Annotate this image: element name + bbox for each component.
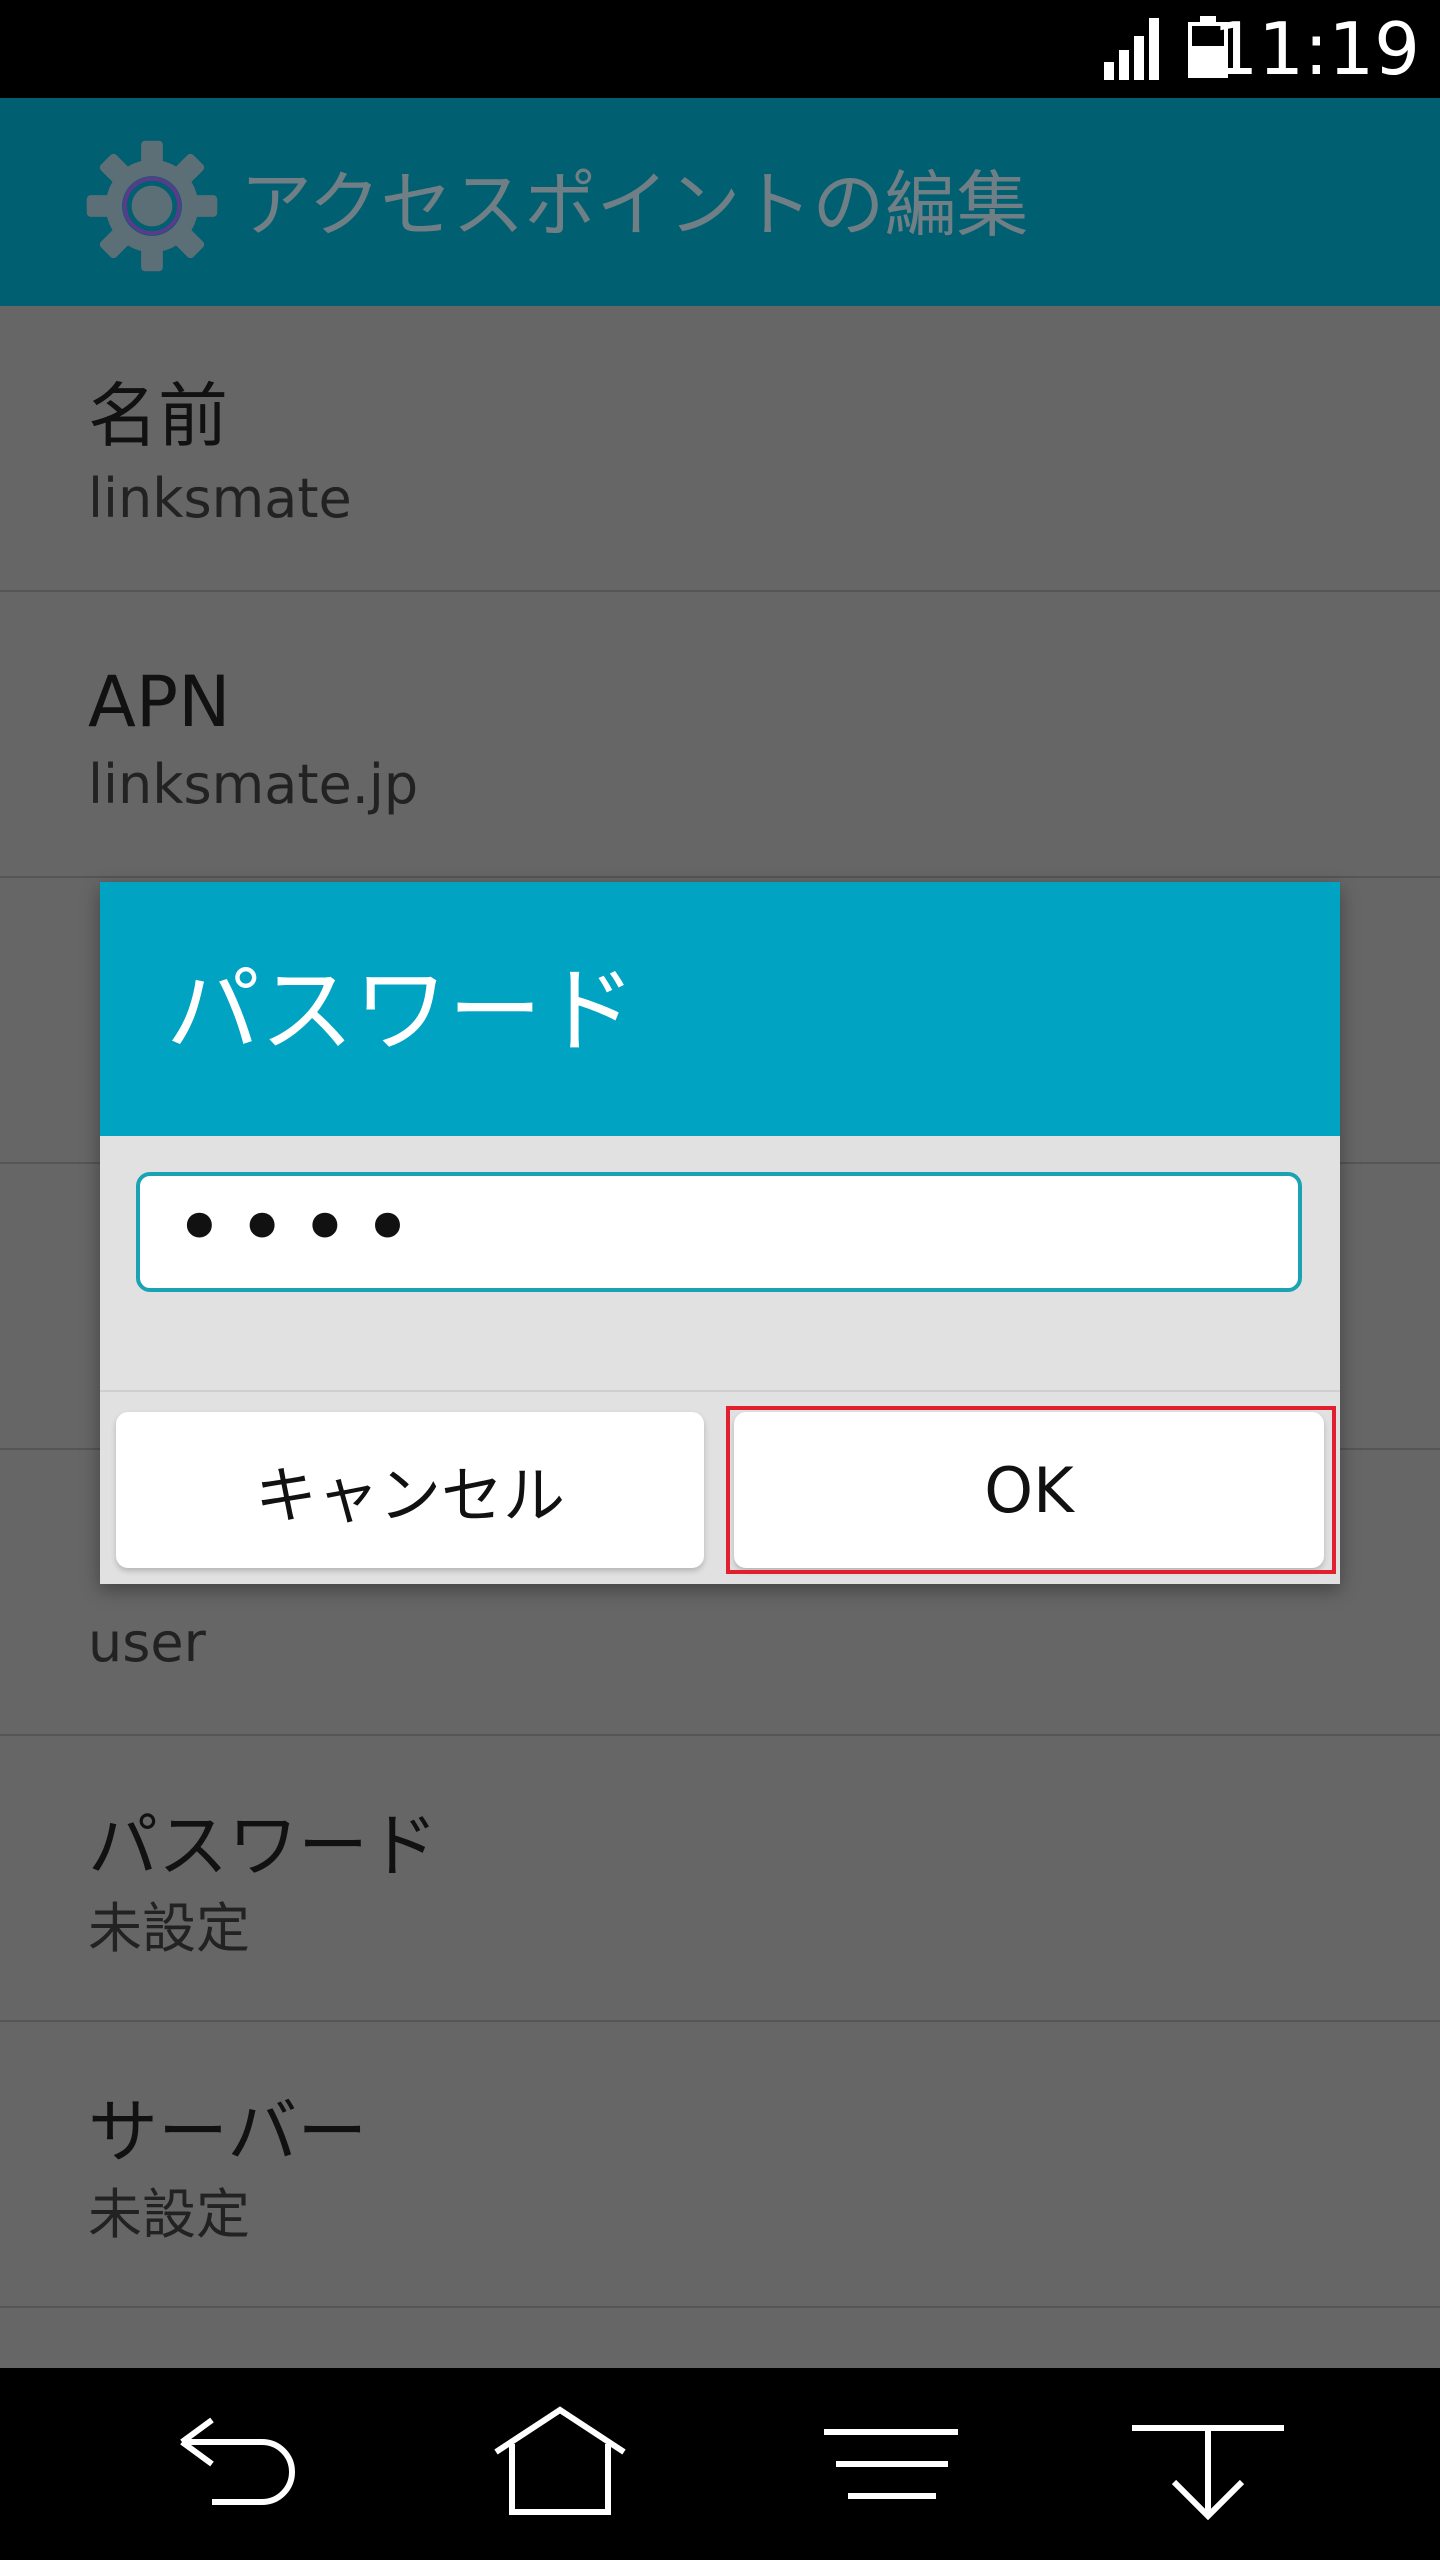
settings-gear-icon <box>86 140 218 272</box>
dialog-header: パスワード <box>100 882 1340 1136</box>
notification-pulldown-icon[interactable] <box>1124 2392 1284 2532</box>
list-item-title: APN <box>88 661 231 743</box>
list-item-password[interactable]: パスワード 未設定 <box>0 1736 1440 2022</box>
divider <box>100 1390 1340 1392</box>
list-item-value: user <box>88 1611 206 1674</box>
list-item-title: 名前 <box>88 375 228 457</box>
list-item-apn[interactable]: APN linksmate.jp <box>0 592 1440 878</box>
list-item-name[interactable]: 名前 linksmate <box>0 306 1440 592</box>
menu-icon[interactable] <box>808 2392 968 2532</box>
status-bar: 11:19 <box>0 0 1440 98</box>
list-item-title: パスワード <box>88 1805 438 1887</box>
home-icon[interactable] <box>480 2392 640 2532</box>
ok-button[interactable]: OK <box>734 1412 1324 1568</box>
navigation-bar <box>0 2368 1440 2560</box>
signal-icon <box>1104 18 1159 80</box>
list-item-value: linksmate <box>88 467 352 530</box>
cancel-button[interactable]: キャンセル <box>116 1412 704 1568</box>
list-item-value: 未設定 <box>88 1897 250 1960</box>
password-input[interactable]: •••• <box>136 1172 1302 1292</box>
list-item-server[interactable]: サーバー 未設定 <box>0 2022 1440 2308</box>
back-icon[interactable] <box>152 2392 312 2532</box>
list-item-value: 未設定 <box>88 2183 250 2246</box>
list-item-value: linksmate.jp <box>88 753 419 816</box>
clock: 11:19 <box>1212 7 1421 91</box>
list-item-title: サーバー <box>88 2091 368 2173</box>
page-title: アクセスポイントの編集 <box>240 163 1029 247</box>
password-dialog: パスワード •••• キャンセル OK <box>100 882 1340 1584</box>
dialog-title: パスワード <box>166 957 637 1066</box>
